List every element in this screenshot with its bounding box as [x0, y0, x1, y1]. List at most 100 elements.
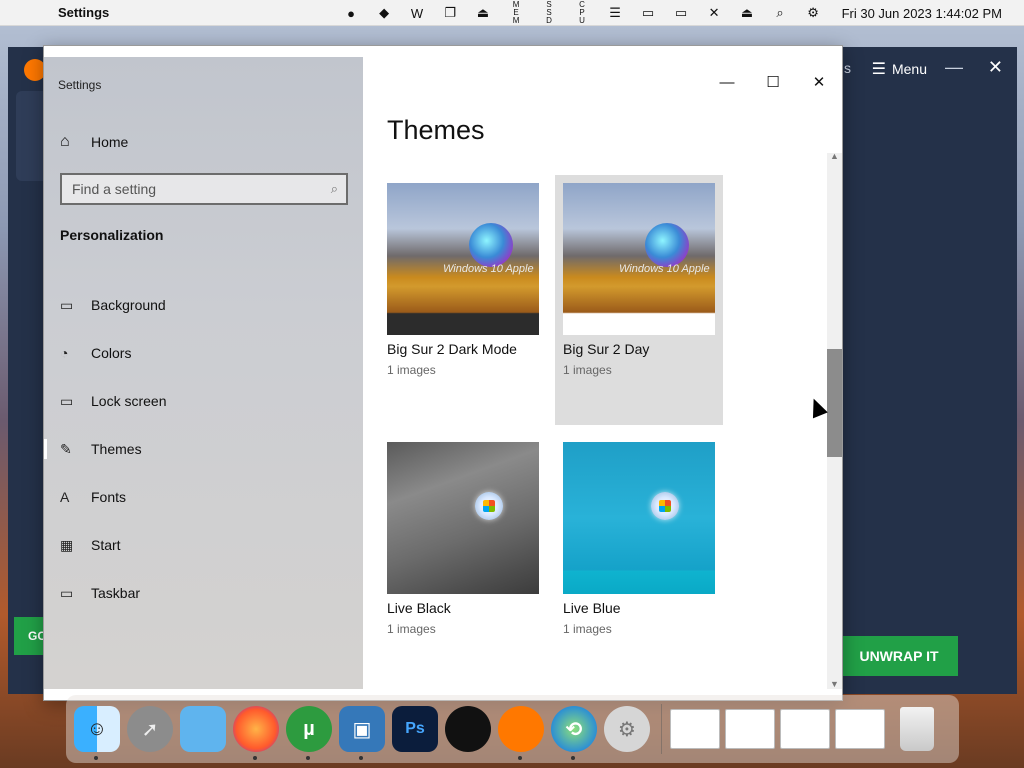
apple-logo-icon	[469, 223, 513, 267]
active-app-name[interactable]: Settings	[58, 5, 109, 20]
nav-item-label: Lock screen	[91, 393, 167, 409]
windows-orb-icon	[475, 492, 503, 520]
mute-icon[interactable]: ✕	[698, 5, 731, 21]
theme-thumbnail	[387, 442, 539, 594]
lock-screen-icon: ▭	[60, 392, 74, 409]
folder-icon[interactable]	[180, 706, 226, 752]
app-close-button[interactable]: ✕	[988, 57, 1003, 78]
minimized-window-4[interactable]	[835, 709, 885, 749]
settings-sidebar: Settings ⌂ Home Find a setting ⌕ Persona…	[44, 57, 363, 689]
menubar-clock[interactable]: Fri 30 Jun 2023 1:44:02 PM	[842, 6, 1002, 21]
dock-separator	[661, 704, 662, 754]
maximize-button[interactable]: ☐	[750, 65, 796, 99]
nav-item-themes[interactable]: ✎ Themes	[44, 425, 363, 473]
photoshop-icon[interactable]: Ps	[392, 706, 438, 752]
section-title: Personalization	[60, 227, 164, 243]
menu-bar: Settings ● ◆ W ❐ ⏏ MEM SSD CPU ☰ ▭ ▭ ✕ ⏏…	[0, 0, 1024, 26]
theme-card-big-sur-dark[interactable]: Windows 10 Apple Big Sur 2 Dark Mode 1 i…	[379, 175, 547, 425]
picture-icon: ▭	[60, 296, 74, 313]
scroll-up-icon[interactable]: ▲	[830, 151, 839, 161]
status-area: ● ◆ W ❐ ⏏ MEM SSD CPU ☰ ▭ ▭ ✕ ⏏ ⌕ ⚙ Fri …	[335, 0, 1024, 26]
nav-item-lock-screen[interactable]: ▭ Lock screen	[44, 377, 363, 425]
launchpad-icon[interactable]: ➚	[127, 706, 173, 752]
search-icon[interactable]: ⌕	[764, 5, 797, 21]
nav-item-fonts[interactable]: A Fonts	[44, 473, 363, 521]
theme-thumbnail: Windows 10 Apple	[563, 183, 715, 335]
nav-item-taskbar[interactable]: ▭ Taskbar	[44, 569, 363, 617]
nav-item-label: Start	[91, 537, 121, 553]
copy-icon[interactable]: ❐	[434, 5, 467, 21]
cube-icon[interactable]: ◆	[368, 5, 401, 21]
palette-icon: ◔	[60, 345, 69, 361]
list-icon[interactable]: ☰	[599, 5, 632, 21]
windows-orb-icon	[651, 492, 679, 520]
firefox-icon[interactable]	[233, 706, 279, 760]
theme-name: Live Blue	[563, 600, 621, 616]
eject-icon[interactable]: ⏏	[731, 5, 764, 21]
mem-icon[interactable]: MEM	[500, 1, 533, 25]
finder-icon[interactable]: ☺	[74, 706, 120, 760]
window-controls: — ☐ ✕	[704, 65, 842, 99]
nav-item-label: Colors	[91, 345, 132, 361]
control-center-icon[interactable]: ⚙	[797, 5, 830, 21]
thumbnail-watermark: Windows 10 Apple	[443, 263, 534, 275]
theme-thumbnail	[563, 442, 715, 594]
eject-circle-icon[interactable]: ⏏	[467, 5, 500, 21]
theme-card-live-blue[interactable]: Live Blue 1 images	[555, 434, 723, 644]
gpu-icon[interactable]: ▭	[632, 5, 665, 21]
thumbnail-watermark: Windows 10 Apple	[619, 263, 710, 275]
search-icon[interactable]: ⌕	[331, 181, 338, 197]
start-icon: ▦	[60, 536, 74, 553]
virtualbox-icon[interactable]: ▣	[339, 706, 385, 760]
scroll-down-icon[interactable]: ▼	[830, 679, 839, 689]
theme-image-count: 1 images	[387, 622, 436, 636]
theme-card-big-sur-day[interactable]: Windows 10 Apple Big Sur 2 Day 1 images	[555, 175, 723, 425]
page-title: Themes	[387, 115, 485, 145]
search-placeholder: Find a setting	[72, 181, 157, 197]
minimized-window-1[interactable]	[670, 709, 720, 749]
utorrent-icon[interactable]: µ	[286, 706, 332, 760]
dock: ☺ ➚ µ ▣ Ps ⟲ ⚙	[66, 695, 959, 763]
nav-home[interactable]: ⌂ Home	[60, 131, 128, 153]
minimize-button[interactable]: —	[704, 65, 750, 99]
minimized-window-3[interactable]	[780, 709, 830, 749]
nav-item-colors[interactable]: ◔ Colors	[44, 329, 363, 377]
cpu-icon[interactable]: CPU	[566, 1, 599, 25]
nav-item-label: Background	[91, 297, 166, 313]
search-input[interactable]: Find a setting ⌕	[60, 173, 348, 205]
theme-image-count: 1 images	[387, 363, 436, 377]
home-icon: ⌂	[60, 133, 70, 150]
hamburger-icon: ☰	[871, 61, 886, 78]
nav-list: ▭ Background ◔ Colors ▭ Lock screen ✎ Th…	[44, 281, 363, 617]
theme-thumbnail: Windows 10 Apple	[387, 183, 539, 335]
apple-icon[interactable]	[445, 706, 491, 752]
nav-item-label: Taskbar	[91, 585, 141, 601]
theme-image-count: 1 images	[563, 622, 612, 636]
theme-image-count: 1 images	[563, 363, 612, 377]
nav-item-label: Fonts	[91, 489, 127, 505]
partial-tab-label[interactable]: s	[844, 60, 851, 76]
settings-window: Settings ⌂ Home Find a setting ⌕ Persona…	[43, 45, 843, 701]
display-icon[interactable]: ▭	[665, 5, 698, 21]
window-title: Settings	[58, 78, 102, 92]
unwrap-button[interactable]: UNWRAP IT	[840, 636, 958, 676]
trash-icon[interactable]	[900, 707, 934, 751]
nav-item-start[interactable]: ▦ Start	[44, 521, 363, 569]
theme-name: Big Sur 2 Day	[563, 341, 650, 357]
apple-logo-icon	[645, 223, 689, 267]
scrollbar-thumb[interactable]	[827, 349, 842, 457]
app-minimize-button[interactable]: —	[945, 57, 963, 78]
app-menu-button[interactable]: ☰ Menu	[872, 59, 927, 79]
theme-card-live-black[interactable]: Live Black 1 images	[379, 434, 547, 644]
ssd-icon[interactable]: SSD	[533, 1, 566, 25]
vertical-scrollbar[interactable]: ▲ ▼	[827, 151, 842, 689]
settings-gear-icon[interactable]: ⚙	[604, 706, 650, 752]
avast-icon[interactable]	[498, 706, 544, 760]
w-icon[interactable]: W	[401, 6, 434, 21]
brush-icon: ✎	[60, 440, 72, 457]
minimized-window-2[interactable]	[725, 709, 775, 749]
nav-item-background[interactable]: ▭ Background	[44, 281, 363, 329]
close-button[interactable]: ✕	[796, 65, 842, 99]
globe-icon[interactable]: ⟲	[551, 706, 597, 760]
disk-icon[interactable]: ●	[335, 6, 368, 21]
